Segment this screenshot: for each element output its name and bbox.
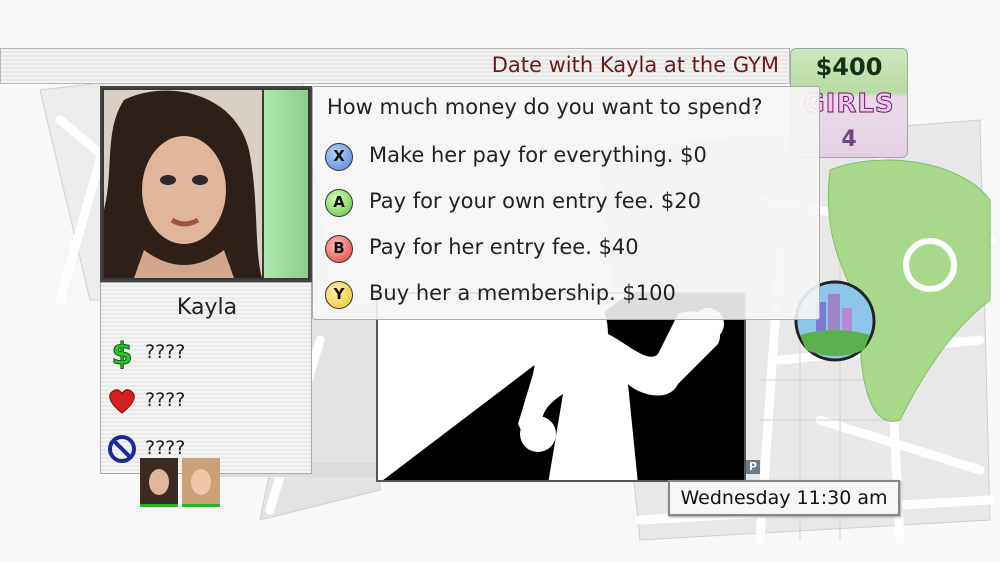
- option-label: Pay for your own entry fee. $20: [369, 189, 702, 213]
- love-stat-value: ????: [145, 389, 186, 411]
- date-title: Date with Kayla at the GYM: [491, 53, 779, 77]
- option-label: Buy her a membership. $100: [369, 281, 676, 305]
- money-counter: $400: [815, 53, 883, 81]
- girl-name: Kayla: [176, 295, 238, 320]
- b-button-icon: B: [325, 235, 353, 263]
- girl-photo: [104, 90, 262, 278]
- option-buy-membership[interactable]: Y Buy her a membership. $100: [325, 277, 805, 313]
- girl-info-panel: Kayla $ ???? ???? ????: [100, 282, 312, 474]
- money-stat-row: $ ????: [107, 337, 297, 369]
- parking-marker: P: [746, 460, 760, 474]
- y-button-icon: Y: [325, 281, 353, 309]
- gym-silhouette: [378, 294, 724, 480]
- no-sign-icon: [108, 435, 136, 463]
- datetime-box: Wednesday 11:30 am: [668, 480, 900, 516]
- girl-thumbnail[interactable]: [140, 458, 178, 507]
- girl-thumbnail[interactable]: [182, 458, 220, 507]
- heart-icon: [109, 389, 135, 414]
- option-pay-own-fee[interactable]: A Pay for your own entry fee. $20: [325, 185, 805, 221]
- svg-text:$: $: [112, 337, 133, 369]
- money-stat-value: ????: [145, 341, 186, 363]
- option-pay-nothing[interactable]: X Make her pay for everything. $0: [325, 139, 805, 175]
- dislike-stat-value: ????: [145, 437, 186, 459]
- datetime-text: Wednesday 11:30 am: [680, 487, 888, 509]
- title-bar: Date with Kayla at the GYM: [0, 48, 790, 84]
- love-stat-row: ????: [107, 385, 297, 417]
- a-button-icon: A: [325, 189, 353, 217]
- x-button-icon: X: [325, 143, 353, 171]
- scene-image: [376, 292, 746, 482]
- option-pay-her-fee[interactable]: B Pay for her entry fee. $40: [325, 231, 805, 267]
- girl-portrait-panel: [100, 86, 312, 282]
- dialog-question: How much money do you want to spend?: [327, 95, 763, 119]
- dollar-icon: $: [111, 337, 133, 369]
- affection-meter: [264, 90, 308, 278]
- option-label: Make her pay for everything. $0: [369, 143, 707, 167]
- girl-thumbnails: [140, 458, 222, 507]
- option-label: Pay for her entry fee. $40: [369, 235, 639, 259]
- spending-dialog: How much money do you want to spend? X M…: [312, 86, 820, 320]
